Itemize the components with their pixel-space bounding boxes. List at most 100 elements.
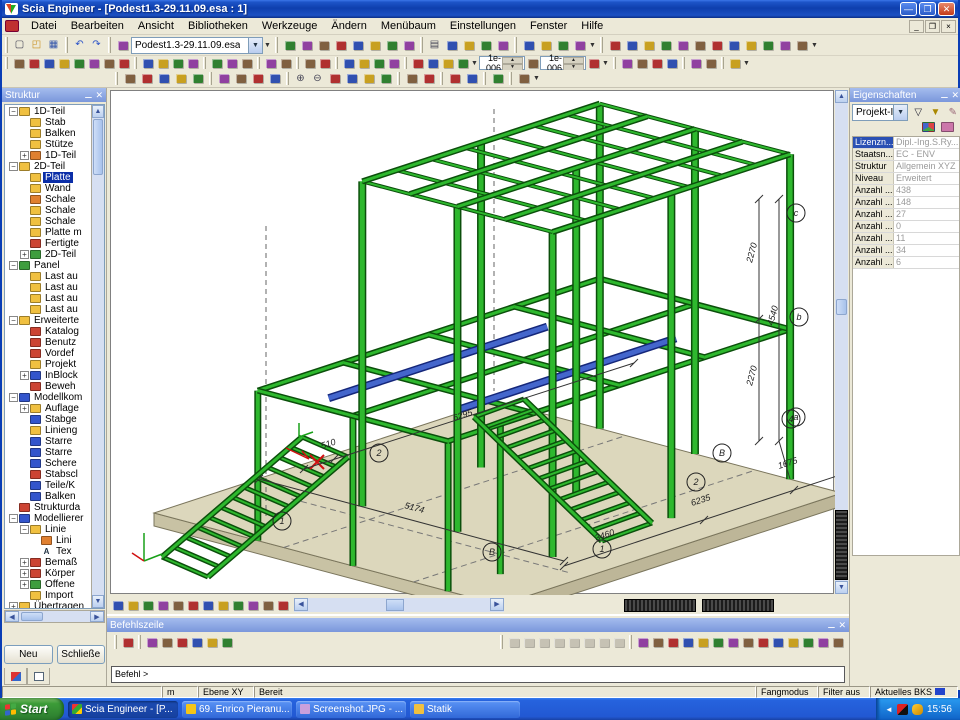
snap-tools-tool-14-icon[interactable] [830,636,845,649]
tree-item-vordef[interactable]: Vordef [5,348,91,359]
line-draw-tool-6-icon[interactable] [581,636,596,649]
history-tool-1-icon[interactable] [341,57,356,70]
new-button[interactable]: Neu [4,645,53,664]
snap-tools-tool-7-icon[interactable] [725,636,740,649]
view-presets-tool-6-icon[interactable] [691,37,708,53]
tree-item-teile-k[interactable]: Teile/K [5,480,91,491]
document-icon[interactable] [5,20,19,32]
scroll-down-icon[interactable]: ▼ [835,581,848,594]
spinner-arrows-icon[interactable]: ▲▼ [502,57,524,69]
close-icon[interactable]: ✕ [951,90,959,101]
menu-bearbeiten[interactable]: Bearbeiten [64,19,131,33]
expand-icon[interactable]: + [20,371,29,380]
member-edit-tool-5-icon[interactable] [71,57,86,70]
tree-item-tex[interactable]: ATex [5,546,91,557]
history-tool-2-icon[interactable] [356,57,371,70]
selection-tool-2-icon[interactable] [224,57,239,70]
geometry-edit-tool-2-icon[interactable] [155,57,170,70]
snap-tools-tool-3-icon[interactable] [665,636,680,649]
tree-item-fertigte[interactable]: Fertigte [5,238,91,249]
property-value[interactable]: Allgemein XYZ [894,161,959,172]
display-tools-tool-9-icon[interactable] [230,599,245,612]
model-filter-tool-4-icon[interactable] [455,57,470,70]
tree-item-2d-teil[interactable]: +2D-Teil [5,249,91,260]
menu-datei[interactable]: Datei [24,19,64,33]
view-rotate-tool-2-icon[interactable] [138,71,155,87]
light-tool-2-icon[interactable] [420,71,437,87]
tree-item-balken[interactable]: Balken [5,128,91,139]
tree-item-stabscl[interactable]: Stabscl [5,469,91,480]
snap-tools-tool-8-icon[interactable] [740,636,755,649]
display-tools-tool-7-icon[interactable] [200,599,215,612]
display-tools-tool-8-icon[interactable] [215,599,230,612]
close-panel-button[interactable]: Schließe [57,645,106,664]
collapse-icon[interactable]: − [9,514,18,523]
view-rotate-tool-3-icon[interactable] [155,71,172,87]
expand-icon[interactable]: + [9,602,18,608]
geometry-edit-tool-1-icon[interactable] [140,57,155,70]
line-draw-tool-5-icon[interactable] [566,636,581,649]
tree-item-schale[interactable]: Schale [5,194,91,205]
tree-item-stütze[interactable]: Stütze [5,139,91,150]
property-value[interactable]: Dipl.-Ing.S.Ry... [894,137,959,148]
tree-item-projekt[interactable]: Projekt [5,359,91,370]
mdi-minimize-button[interactable]: _ [909,20,924,33]
document-icon[interactable] [477,37,494,53]
property-row[interactable]: Anzahl ...6 [853,257,959,269]
view-presets-tool-12-icon[interactable] [793,37,810,53]
start-button[interactable]: Start [0,698,64,720]
task-button-scia[interactable]: Scia Engineer - [P... [68,701,178,718]
line-draw-tool-4-icon[interactable] [551,636,566,649]
model-filter-tool-1-icon[interactable] [410,57,425,70]
copy-paste-tool-3-icon[interactable] [649,57,664,70]
property-row[interactable]: Anzahl ...148 [853,197,959,209]
tree-item-schale[interactable]: Schale [5,216,91,227]
scroll-right-icon[interactable]: ▶ [90,611,104,622]
print-icon[interactable]: ▤ [426,37,443,53]
snap-tools-tool-1-icon[interactable] [635,636,650,649]
property-row[interactable]: Lizenzn...Dipl.-Ing.S.Ry... [853,137,959,149]
snap-tools-tool-4-icon[interactable] [680,636,695,649]
libraries-tool-1-icon[interactable] [281,37,298,53]
libraries-tool-4-icon[interactable] [332,37,349,53]
pin-icon[interactable]: ⚊ [84,90,92,101]
tree-horizontal-scrollbar[interactable]: ◀ ▶ [4,610,105,623]
view-rotate-tool-5-icon[interactable] [189,71,206,87]
collapse-icon[interactable]: − [9,107,18,116]
node-pairs-tool-2-icon[interactable] [278,57,293,70]
view-presets-tool-3-icon[interactable] [640,37,657,53]
view-presets-tool-11-icon[interactable] [776,37,793,53]
tree-item-körper[interactable]: +Körper [5,568,91,579]
property-value[interactable]: 34 [894,245,959,256]
coordinate-tools-tool-4-icon[interactable] [189,636,204,649]
tray-app-icon[interactable] [897,704,908,715]
snap-tools-tool-6-icon[interactable] [710,636,725,649]
tree-item-stabge[interactable]: Stabge [5,414,91,425]
plane-tool-icon[interactable] [586,57,601,70]
tree-item-schere[interactable]: Schere [5,458,91,469]
history-tool-3-icon[interactable] [371,57,386,70]
view-presets-tool-10-icon[interactable] [759,37,776,53]
copy-paste-tool-1-icon[interactable] [619,57,634,70]
scroll-thumb[interactable] [21,612,43,621]
dropdown-icon[interactable]: ▼ [588,42,597,49]
libraries-tool-6-icon[interactable] [366,37,383,53]
tray-brush-icon[interactable] [912,704,923,715]
scroll-thumb[interactable] [836,299,847,315]
collapse-icon[interactable]: − [9,316,18,325]
line-draw-tool-8-icon[interactable] [611,636,626,649]
print-preview-icon[interactable] [443,37,460,53]
view-presets-tool-7-icon[interactable] [708,37,725,53]
scroll-thumb[interactable] [386,599,404,611]
tree-item-erweiterte[interactable]: −Erweiterte [5,315,91,326]
display-tools-tool-2-icon[interactable] [125,599,140,612]
restore-button[interactable]: ❐ [919,2,936,16]
tree-item-katalog[interactable]: Katalog [5,326,91,337]
display-tools-tool-5-icon[interactable] [170,599,185,612]
expand-icon[interactable]: + [20,569,29,578]
scroll-up-icon[interactable]: ▲ [92,105,104,118]
tree-item-schale[interactable]: Schale [5,205,91,216]
display-tools-tool-1-icon[interactable] [110,599,125,612]
axis-views-tool-1-icon[interactable] [215,71,232,87]
line-draw-tool-3-icon[interactable] [536,636,551,649]
